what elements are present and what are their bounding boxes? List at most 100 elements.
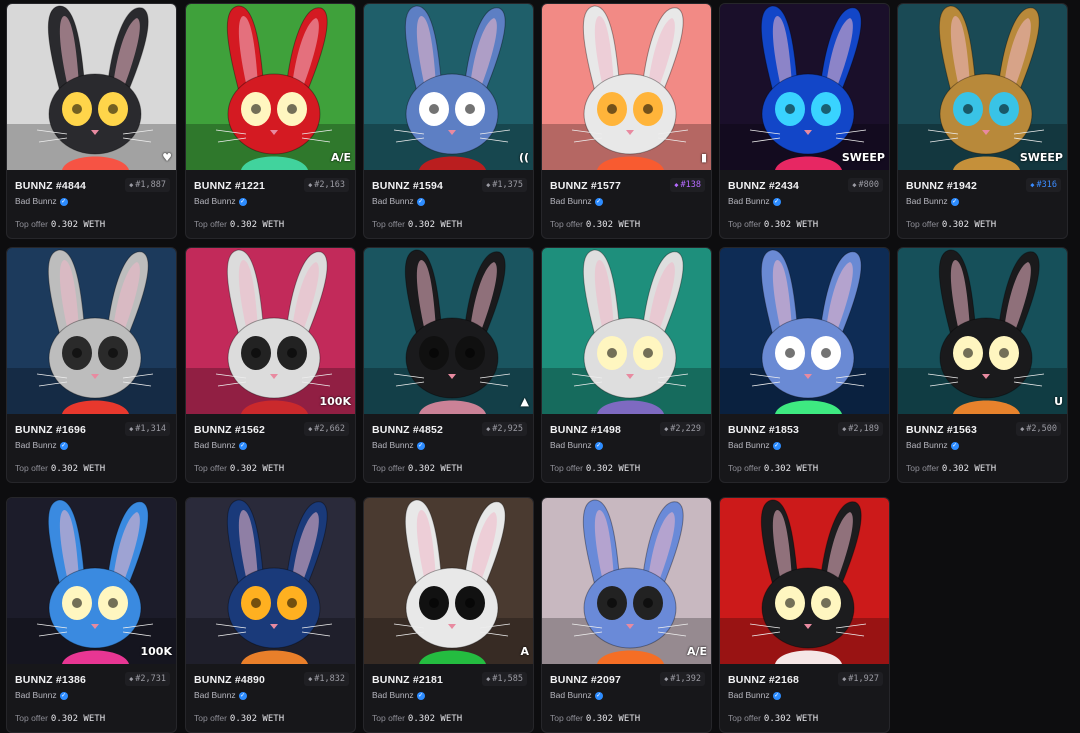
- nft-image[interactable]: A: [364, 498, 533, 664]
- top-offer-amount: 0.302 WETH: [585, 464, 641, 474]
- top-offer-label: Top offer: [728, 219, 761, 229]
- top-offer-amount: 0.302 WETH: [763, 714, 819, 724]
- collection-name[interactable]: Bad Bunnz ✓: [372, 690, 425, 700]
- diamond-icon: ◆: [129, 675, 134, 683]
- nft-image[interactable]: ▮: [542, 4, 711, 170]
- nft-card[interactable]: BUNNZ #2168 ◆ #1,927 Bad Bunnz ✓ Top offer 0.3…: [719, 497, 890, 733]
- nft-image[interactable]: [7, 248, 176, 414]
- nft-title: BUNNZ #1577: [550, 180, 622, 192]
- top-offer-amount: 0.302 WETH: [50, 220, 106, 230]
- rarity-rank-badge: ◆ #1,585: [482, 672, 527, 686]
- collection-name[interactable]: Bad Bunnz ✓: [728, 196, 781, 206]
- nft-title: BUNNZ #1696: [15, 424, 87, 436]
- top-offer-label: Top offer: [906, 463, 939, 473]
- collection-name[interactable]: Bad Bunnz ✓: [372, 440, 425, 450]
- diamond-icon: ◆: [1020, 425, 1025, 433]
- marketplace-logo: SWEEP: [1019, 151, 1063, 164]
- rarity-rank-badge: ◆ #1,314: [125, 422, 170, 436]
- top-offer-label: Top offer: [550, 219, 583, 229]
- collection-name[interactable]: Bad Bunnz ✓: [194, 196, 247, 206]
- collection-label: Bad Bunnz: [372, 440, 414, 450]
- collection-name[interactable]: Bad Bunnz ✓: [15, 196, 68, 206]
- top-offer-amount: 0.302 WETH: [50, 464, 106, 474]
- nft-image[interactable]: [186, 498, 355, 664]
- collection-label: Bad Bunnz: [372, 196, 414, 206]
- top-offer-amount: 0.302 WETH: [941, 220, 997, 230]
- nft-card[interactable]: A/E BUNNZ #1221 ◆ #2,163 Bad Bunnz ✓ Top offer…: [185, 3, 356, 239]
- top-offer-label: Top offer: [194, 713, 227, 723]
- marketplace-logo: 100K: [140, 645, 173, 658]
- rarity-rank-badge: ◆ #2,925: [482, 422, 527, 436]
- marketplace-logo: ♥: [162, 151, 172, 164]
- verified-check-icon: ✓: [772, 197, 781, 206]
- nft-card[interactable]: ((BUNNZ #1594 ◆ #1,375 Bad Bunnz ✓ Top offer 0…: [363, 3, 534, 239]
- rank-value: #1,887: [135, 180, 166, 190]
- rarity-rank-badge: ◆ #138: [670, 178, 705, 192]
- collection-name[interactable]: Bad Bunnz ✓: [194, 440, 247, 450]
- collection-name[interactable]: Bad Bunnz ✓: [550, 690, 603, 700]
- collection-label: Bad Bunnz: [15, 690, 57, 700]
- rank-value: #800: [858, 180, 879, 190]
- collection-name[interactable]: Bad Bunnz ✓: [550, 440, 603, 450]
- top-offer: Top offer 0.302 WETH: [550, 713, 640, 724]
- rank-value: #2,189: [848, 424, 879, 434]
- nft-image[interactable]: ((: [364, 4, 533, 170]
- verified-check-icon: ✓: [594, 441, 603, 450]
- nft-image[interactable]: 100K: [7, 498, 176, 664]
- nft-card[interactable]: SWEEP BUNNZ #1942 ◆ #316 Bad Bunnz ✓ Top offer…: [897, 3, 1068, 239]
- collection-name[interactable]: Bad Bunnz ✓: [906, 440, 959, 450]
- verified-check-icon: ✓: [594, 691, 603, 700]
- nft-card[interactable]: BUNNZ #1853 ◆ #2,189 Bad Bunnz ✓ Top offer 0.3…: [719, 247, 890, 483]
- nft-image[interactable]: 100K: [186, 248, 355, 414]
- rank-value: #2,163: [314, 180, 345, 190]
- top-offer-amount: 0.302 WETH: [407, 714, 463, 724]
- verified-check-icon: ✓: [59, 691, 68, 700]
- rarity-rank-badge: ◆ #2,731: [125, 672, 170, 686]
- collection-name[interactable]: Bad Bunnz ✓: [372, 196, 425, 206]
- nft-card[interactable]: ♥ BUNNZ #4844 ◆ #1,887 Bad Bunnz ✓ Top offer 0.…: [6, 3, 177, 239]
- rarity-rank-badge: ◆ #1,887: [125, 178, 170, 192]
- diamond-icon: ◆: [486, 425, 491, 433]
- nft-title: BUNNZ #1853: [728, 424, 800, 436]
- nft-card[interactable]: SWEEP BUNNZ #2434 ◆ #800 Bad Bunnz ✓ Top offer…: [719, 3, 890, 239]
- collection-name[interactable]: Bad Bunnz ✓: [15, 690, 68, 700]
- top-offer-label: Top offer: [372, 219, 405, 229]
- nft-image[interactable]: [542, 248, 711, 414]
- top-offer: Top offer 0.302 WETH: [15, 219, 105, 230]
- nft-image[interactable]: ♥: [7, 4, 176, 170]
- nft-card[interactable]: ▲ BUNNZ #4852 ◆ #2,925 Bad Bunnz ✓ Top offer 0.…: [363, 247, 534, 483]
- top-offer: Top offer 0.302 WETH: [15, 463, 105, 474]
- nft-card[interactable]: ▮ BUNNZ #1577 ◆ #138 Bad Bunnz ✓ Top offer 0.30…: [541, 3, 712, 239]
- collection-name[interactable]: Bad Bunnz ✓: [550, 196, 603, 206]
- collection-name[interactable]: Bad Bunnz ✓: [15, 440, 68, 450]
- nft-card[interactable]: 100K BUNNZ #1386 ◆ #2,731 Bad Bunnz ✓ Top offe…: [6, 497, 177, 733]
- nft-image[interactable]: SWEEP: [720, 4, 889, 170]
- collection-name[interactable]: Bad Bunnz ✓: [728, 690, 781, 700]
- rank-value: #1,585: [492, 674, 523, 684]
- nft-card[interactable]: U BUNNZ #1563 ◆ #2,500 Bad Bunnz ✓ Top offer 0.…: [897, 247, 1068, 483]
- collection-name[interactable]: Bad Bunnz ✓: [194, 690, 247, 700]
- nft-card[interactable]: 100K BUNNZ #1562 ◆ #2,662 Bad Bunnz ✓ Top offe…: [185, 247, 356, 483]
- nft-image[interactable]: A/E: [186, 4, 355, 170]
- diamond-icon: ◆: [308, 425, 313, 433]
- nft-image[interactable]: SWEEP: [898, 4, 1067, 170]
- collection-name[interactable]: Bad Bunnz ✓: [906, 196, 959, 206]
- nft-card[interactable]: BUNNZ #4890 ◆ #1,832 Bad Bunnz ✓ Top offer 0.3…: [185, 497, 356, 733]
- marketplace-logo: A/E: [330, 151, 351, 164]
- rarity-rank-badge: ◆ #800: [848, 178, 883, 192]
- nft-image[interactable]: [720, 498, 889, 664]
- nft-card[interactable]: BUNNZ #1498 ◆ #2,229 Bad Bunnz ✓ Top offer 0.3…: [541, 247, 712, 483]
- nft-image[interactable]: U: [898, 248, 1067, 414]
- nft-image[interactable]: A/E: [542, 498, 711, 664]
- nft-card[interactable]: BUNNZ #1696 ◆ #1,314 Bad Bunnz ✓ Top offer 0.3…: [6, 247, 177, 483]
- verified-check-icon: ✓: [772, 441, 781, 450]
- nft-image[interactable]: ▲: [364, 248, 533, 414]
- nft-image[interactable]: [720, 248, 889, 414]
- marketplace-logo: A: [520, 645, 529, 658]
- collection-name[interactable]: Bad Bunnz ✓: [728, 440, 781, 450]
- top-offer-amount: 0.302 WETH: [585, 714, 641, 724]
- nft-card[interactable]: A/E BUNNZ #2097 ◆ #1,392 Bad Bunnz ✓ Top offer…: [541, 497, 712, 733]
- nft-card[interactable]: A BUNNZ #2181 ◆ #1,585 Bad Bunnz ✓ Top offer 0.…: [363, 497, 534, 733]
- rank-value: #1,314: [135, 424, 166, 434]
- top-offer-label: Top offer: [550, 463, 583, 473]
